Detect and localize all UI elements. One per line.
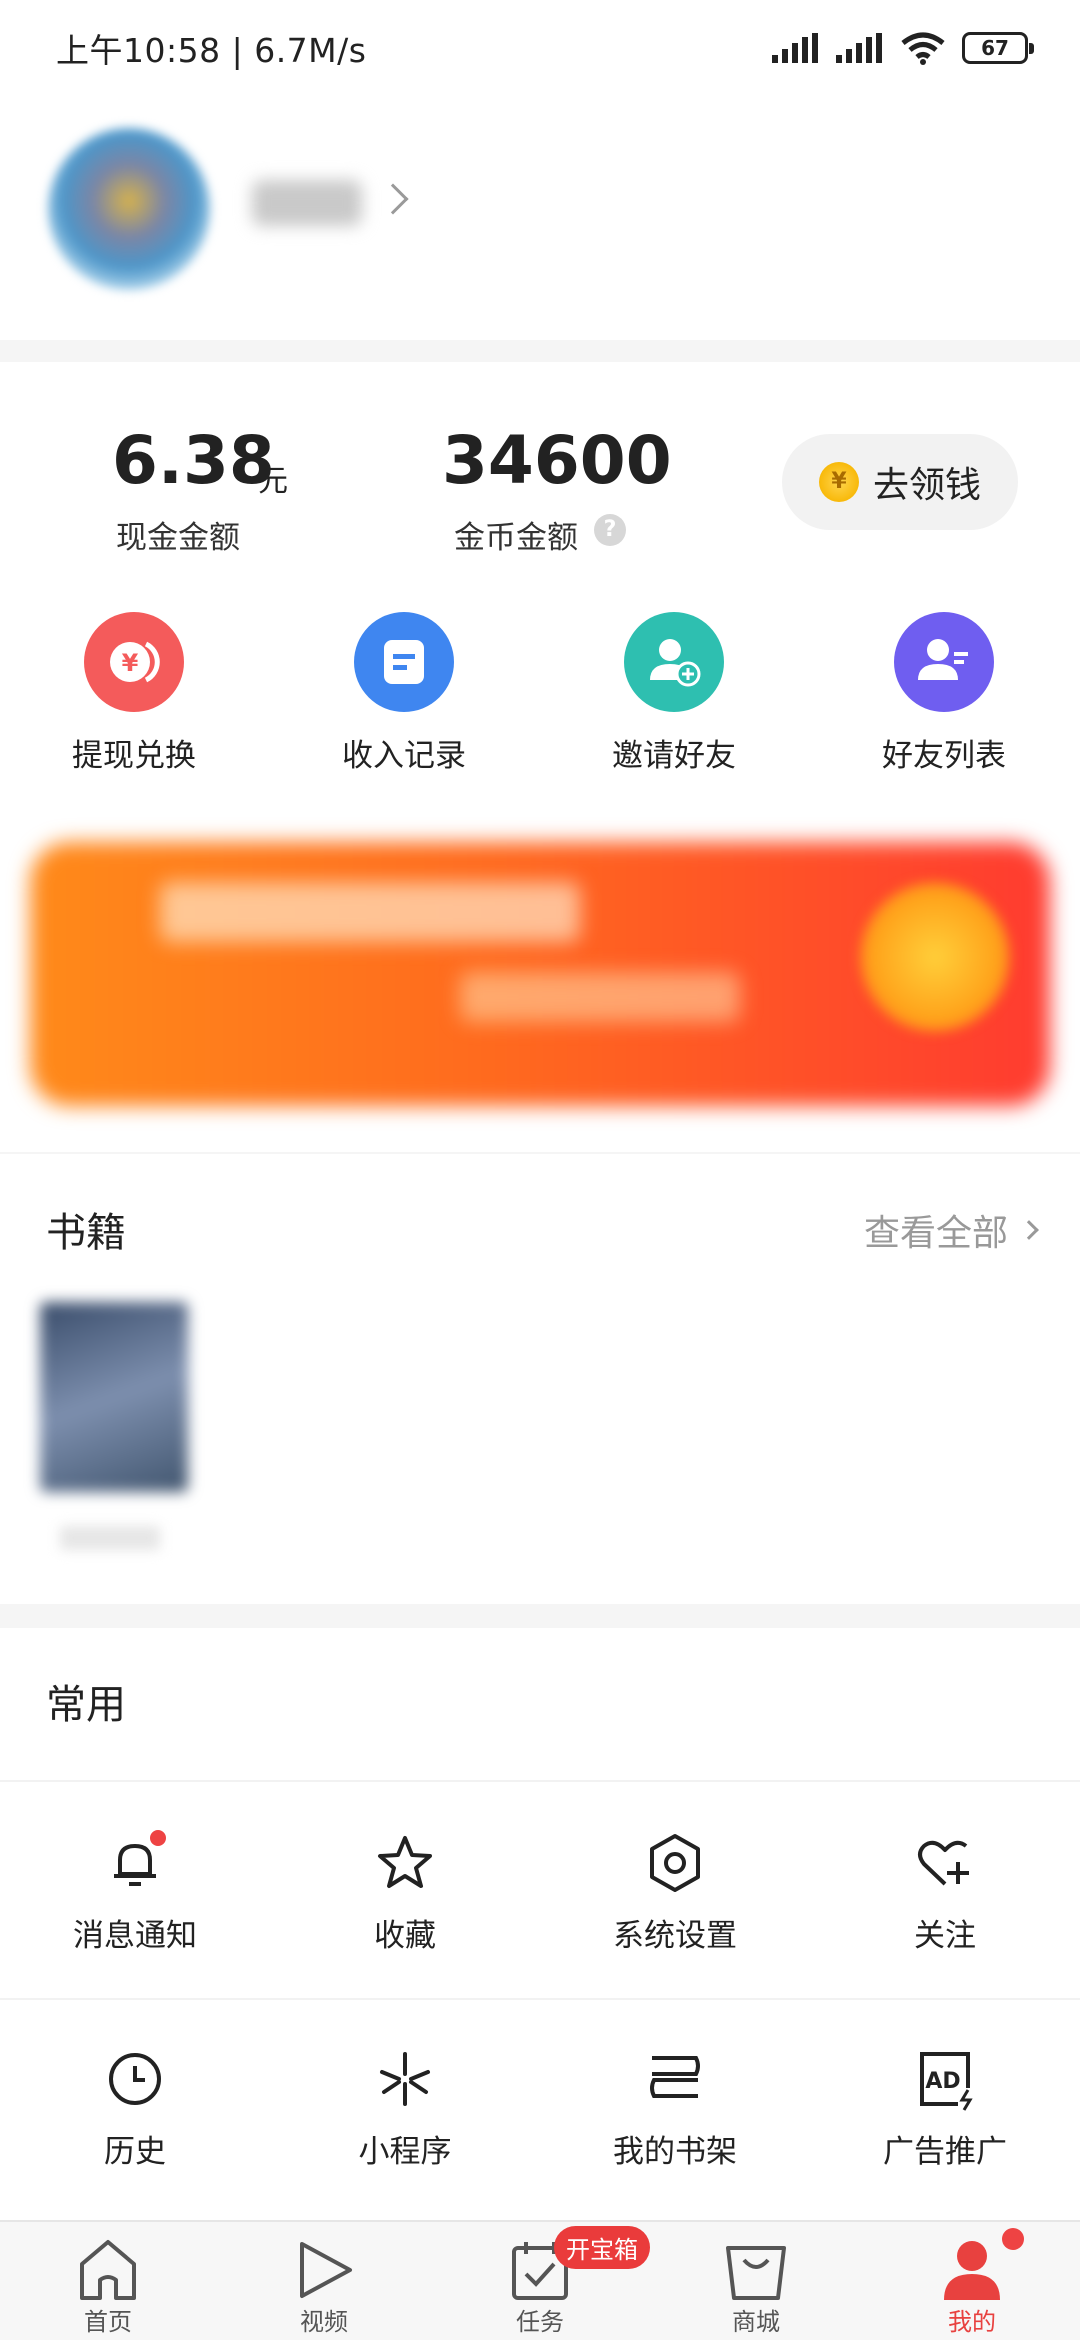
- battery-indicator: 67: [962, 32, 1034, 64]
- shopping-bag-icon: [724, 2238, 788, 2302]
- cash-amount[interactable]: 6.38: [112, 422, 275, 499]
- status-time: 上午10:58 | 6.7M/s: [56, 31, 367, 70]
- ad-promotion-label: 广告推广: [883, 2134, 1007, 2170]
- my-bookshelf-button[interactable]: 我的书架: [540, 2044, 810, 2171]
- promo-banner-subtext: [460, 972, 740, 1022]
- chevron-right-icon: [1019, 1220, 1039, 1240]
- bell-icon: [100, 1828, 170, 1898]
- follow-label: 关注: [914, 1918, 976, 1954]
- tab-task-label: 任务: [516, 2308, 564, 2336]
- bookshelf-icon: [640, 2044, 710, 2114]
- wifi-icon: [901, 32, 945, 65]
- invite-friend-button[interactable]: 邀请好友: [574, 612, 774, 775]
- tab-video-label: 视频: [300, 2308, 348, 2336]
- book-title-blurred[interactable]: [60, 1526, 160, 1550]
- get-money-button[interactable]: ¥ 去领钱: [782, 434, 1018, 530]
- friend-list-label: 好友列表: [882, 738, 1006, 774]
- coin-icon: ¥: [818, 462, 859, 502]
- mini-program-icon: [370, 2044, 440, 2114]
- ad-icon: AD: [910, 2044, 980, 2114]
- tab-mine-label: 我的: [948, 2308, 996, 2336]
- message-notification-button[interactable]: 消息通知: [0, 1828, 270, 1955]
- person-icon: [940, 2228, 1024, 2302]
- favorites-label: 收藏: [374, 1918, 436, 1954]
- my-bookshelf-label: 我的书架: [613, 2134, 737, 2170]
- income-record-icon: [354, 612, 454, 712]
- chevron-right-icon[interactable]: [377, 183, 409, 215]
- get-money-label: 去领钱: [872, 465, 981, 506]
- gear-icon: [640, 1828, 710, 1898]
- books-title: 书籍: [46, 1210, 126, 1256]
- withdraw-exchange-button[interactable]: ¥ 提现兑换: [34, 612, 234, 775]
- income-record-button[interactable]: 收入记录: [304, 612, 504, 775]
- notification-dot: [150, 1830, 166, 1846]
- wallet-section: 6.38 元 现金金额 34600 金币金额 ? ¥ 去领钱 ¥ 提现兑换 收入…: [0, 362, 1080, 1152]
- mini-program-label: 小程序: [358, 2134, 452, 2170]
- play-icon: [292, 2238, 356, 2302]
- favorites-button[interactable]: 收藏: [270, 1828, 540, 1955]
- divider: [0, 1998, 1080, 2000]
- profile-header[interactable]: [0, 96, 1080, 340]
- home-icon: [76, 2238, 140, 2302]
- invite-friend-label: 邀请好友: [612, 738, 736, 774]
- clock-icon: [100, 2044, 170, 2114]
- history-label: 历史: [104, 2134, 166, 2170]
- ad-promotion-button[interactable]: AD 广告推广: [810, 2044, 1080, 2171]
- book-cover[interactable]: [40, 1302, 188, 1492]
- help-icon[interactable]: ?: [594, 514, 626, 546]
- invite-friend-icon: [624, 612, 724, 712]
- status-bar: 上午10:58 | 6.7M/s 67: [0, 0, 1080, 96]
- svg-text:AD: AD: [925, 2069, 960, 2094]
- see-all-link[interactable]: 查看全部: [863, 1204, 1039, 1256]
- history-button[interactable]: 历史: [0, 2044, 270, 2171]
- username-blurred[interactable]: [252, 180, 362, 226]
- system-settings-label: 系统设置: [613, 1918, 737, 1954]
- tab-home-label: 首页: [84, 2308, 132, 2336]
- follow-button[interactable]: 关注: [810, 1828, 1080, 1955]
- promo-banner-text: [160, 882, 580, 942]
- cash-unit: 元: [258, 464, 288, 499]
- cash-label: 现金金额: [116, 520, 240, 556]
- system-settings-button[interactable]: 系统设置: [540, 1828, 810, 1955]
- income-record-label: 收入记录: [342, 738, 466, 774]
- coin-amount[interactable]: 34600: [442, 422, 672, 499]
- promo-banner-coin-image: [860, 882, 1010, 1032]
- friend-list-button[interactable]: 好友列表: [844, 612, 1044, 775]
- svg-text:¥: ¥: [122, 649, 139, 677]
- tab-video[interactable]: 视频: [244, 2238, 404, 2337]
- withdraw-icon: ¥: [84, 612, 184, 712]
- star-icon: [370, 1828, 440, 1898]
- books-section: 书籍 查看全部: [0, 1154, 1080, 1604]
- message-notification-label: 消息通知: [73, 1918, 197, 1954]
- withdraw-label: 提现兑换: [72, 738, 196, 774]
- open-treasure-badge[interactable]: 开宝箱: [554, 2226, 650, 2269]
- tab-mine[interactable]: 我的: [892, 2228, 1052, 2337]
- common-title: 常用: [46, 1682, 126, 1728]
- tab-home[interactable]: 首页: [28, 2238, 188, 2337]
- mini-program-button[interactable]: 小程序: [270, 2044, 540, 2171]
- heart-plus-icon: [910, 1828, 980, 1898]
- tab-mine-red-dot: [1002, 2228, 1024, 2250]
- status-icons: 67: [772, 28, 1034, 68]
- tab-mall-label: 商城: [732, 2308, 780, 2336]
- common-section: 常用 消息通知 收藏 系统设置 关注 历史 小程序 我的书架 AD 广告推广: [0, 1628, 1080, 2220]
- tab-mall[interactable]: 商城: [676, 2238, 836, 2337]
- friend-list-icon: [894, 612, 994, 712]
- divider: [0, 1780, 1080, 1782]
- avatar[interactable]: [48, 128, 210, 290]
- signal-icon: [772, 33, 818, 63]
- coin-label: 金币金额: [454, 520, 578, 556]
- bottom-tab-bar: 首页 视频 任务 商城 我的: [0, 2220, 1080, 2340]
- signal-icon-2: [836, 33, 882, 63]
- see-all-label: 查看全部: [863, 1213, 1008, 1254]
